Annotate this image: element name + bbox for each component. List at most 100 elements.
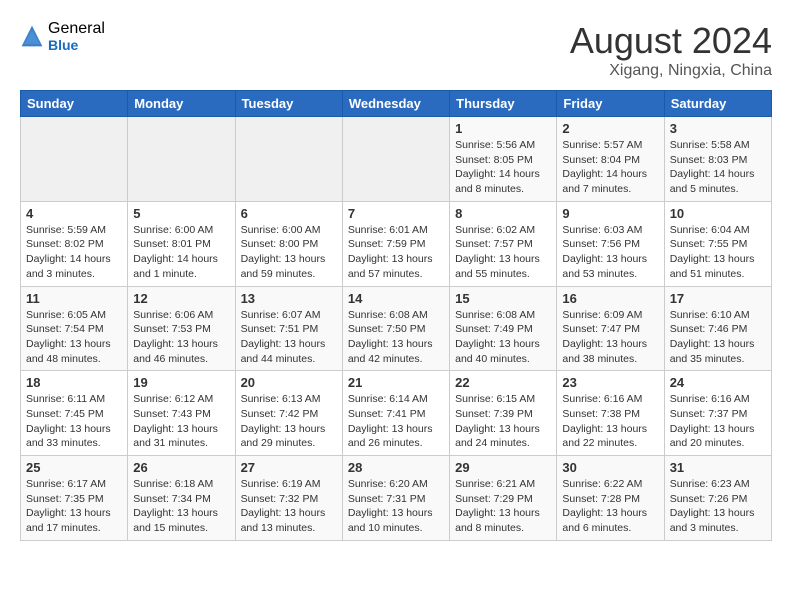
day-number: 8	[455, 206, 551, 221]
day-info: Sunrise: 6:03 AM Sunset: 7:56 PM Dayligh…	[562, 223, 658, 282]
title-area: August 2024 Xigang, Ningxia, China	[570, 20, 772, 80]
day-number: 3	[670, 121, 766, 136]
calendar-week-4: 18 Sunrise: 6:11 AM Sunset: 7:45 PM Dayli…	[21, 371, 772, 456]
day-info: Sunrise: 6:16 AM Sunset: 7:37 PM Dayligh…	[670, 392, 766, 451]
calendar-cell: 28 Sunrise: 6:20 AM Sunset: 7:31 PM Dayli…	[342, 456, 449, 541]
day-number: 25	[26, 460, 122, 475]
day-info: Sunrise: 6:09 AM Sunset: 7:47 PM Dayligh…	[562, 308, 658, 367]
weekday-header-monday: Monday	[128, 91, 235, 117]
weekday-header-saturday: Saturday	[664, 91, 771, 117]
calendar-cell: 5 Sunrise: 6:00 AM Sunset: 8:01 PM Daylig…	[128, 201, 235, 286]
day-number: 18	[26, 375, 122, 390]
calendar-cell: 12 Sunrise: 6:06 AM Sunset: 7:53 PM Dayli…	[128, 286, 235, 371]
day-info: Sunrise: 5:58 AM Sunset: 8:03 PM Dayligh…	[670, 138, 766, 197]
calendar-cell	[342, 117, 449, 202]
calendar-cell: 22 Sunrise: 6:15 AM Sunset: 7:39 PM Dayli…	[450, 371, 557, 456]
day-info: Sunrise: 6:08 AM Sunset: 7:50 PM Dayligh…	[348, 308, 444, 367]
weekday-header-friday: Friday	[557, 91, 664, 117]
day-info: Sunrise: 6:17 AM Sunset: 7:35 PM Dayligh…	[26, 477, 122, 536]
day-info: Sunrise: 5:57 AM Sunset: 8:04 PM Dayligh…	[562, 138, 658, 197]
calendar-table: SundayMondayTuesdayWednesdayThursdayFrid…	[20, 90, 772, 541]
day-number: 10	[670, 206, 766, 221]
day-number: 27	[241, 460, 337, 475]
weekday-header-tuesday: Tuesday	[235, 91, 342, 117]
day-number: 31	[670, 460, 766, 475]
day-info: Sunrise: 6:12 AM Sunset: 7:43 PM Dayligh…	[133, 392, 229, 451]
calendar-cell: 26Sunrise: 6:18 AM Sunset: 7:34 PM Dayli…	[128, 456, 235, 541]
day-number: 22	[455, 375, 551, 390]
calendar-cell: 21 Sunrise: 6:14 AM Sunset: 7:41 PM Dayli…	[342, 371, 449, 456]
day-number: 12	[133, 291, 229, 306]
day-number: 24	[670, 375, 766, 390]
calendar-cell	[235, 117, 342, 202]
day-number: 29	[455, 460, 551, 475]
day-info: Sunrise: 6:00 AM Sunset: 8:01 PM Dayligh…	[133, 223, 229, 282]
day-info: Sunrise: 6:21 AM Sunset: 7:29 PM Dayligh…	[455, 477, 551, 536]
logo-general: General	[48, 20, 105, 38]
calendar-cell: 1 Sunrise: 5:56 AM Sunset: 8:05 PM Daylig…	[450, 117, 557, 202]
calendar-cell: 7Sunrise: 6:01 AM Sunset: 7:59 PM Daylig…	[342, 201, 449, 286]
calendar-cell: 30 Sunrise: 6:22 AM Sunset: 7:28 PM Dayli…	[557, 456, 664, 541]
calendar-week-5: 25 Sunrise: 6:17 AM Sunset: 7:35 PM Dayli…	[21, 456, 772, 541]
day-info: Sunrise: 6:05 AM Sunset: 7:54 PM Dayligh…	[26, 308, 122, 367]
day-info: Sunrise: 6:07 AM Sunset: 7:51 PM Dayligh…	[241, 308, 337, 367]
day-info: Sunrise: 6:06 AM Sunset: 7:53 PM Dayligh…	[133, 308, 229, 367]
logo: General Blue	[20, 20, 105, 53]
calendar-cell: 18 Sunrise: 6:11 AM Sunset: 7:45 PM Dayli…	[21, 371, 128, 456]
calendar-cell: 24 Sunrise: 6:16 AM Sunset: 7:37 PM Dayli…	[664, 371, 771, 456]
calendar-week-3: 11Sunrise: 6:05 AM Sunset: 7:54 PM Dayli…	[21, 286, 772, 371]
calendar-week-2: 4 Sunrise: 5:59 AM Sunset: 8:02 PM Daylig…	[21, 201, 772, 286]
day-info: Sunrise: 5:56 AM Sunset: 8:05 PM Dayligh…	[455, 138, 551, 197]
day-info: Sunrise: 6:10 AM Sunset: 7:46 PM Dayligh…	[670, 308, 766, 367]
day-number: 6	[241, 206, 337, 221]
weekday-header-row: SundayMondayTuesdayWednesdayThursdayFrid…	[21, 91, 772, 117]
day-number: 19	[133, 375, 229, 390]
page-header: General Blue August 2024 Xigang, Ningxia…	[20, 20, 772, 80]
day-info: Sunrise: 6:02 AM Sunset: 7:57 PM Dayligh…	[455, 223, 551, 282]
calendar-cell: 25 Sunrise: 6:17 AM Sunset: 7:35 PM Dayli…	[21, 456, 128, 541]
day-info: Sunrise: 6:15 AM Sunset: 7:39 PM Dayligh…	[455, 392, 551, 451]
calendar-cell: 4 Sunrise: 5:59 AM Sunset: 8:02 PM Daylig…	[21, 201, 128, 286]
calendar-week-1: 1 Sunrise: 5:56 AM Sunset: 8:05 PM Daylig…	[21, 117, 772, 202]
day-info: Sunrise: 6:20 AM Sunset: 7:31 PM Dayligh…	[348, 477, 444, 536]
calendar-cell: 16 Sunrise: 6:09 AM Sunset: 7:47 PM Dayli…	[557, 286, 664, 371]
calendar-cell: 10 Sunrise: 6:04 AM Sunset: 7:55 PM Dayli…	[664, 201, 771, 286]
calendar-cell: 14 Sunrise: 6:08 AM Sunset: 7:50 PM Dayli…	[342, 286, 449, 371]
day-number: 9	[562, 206, 658, 221]
calendar-cell: 19 Sunrise: 6:12 AM Sunset: 7:43 PM Dayli…	[128, 371, 235, 456]
day-info: Sunrise: 6:14 AM Sunset: 7:41 PM Dayligh…	[348, 392, 444, 451]
weekday-header-sunday: Sunday	[21, 91, 128, 117]
calendar-cell: 2Sunrise: 5:57 AM Sunset: 8:04 PM Daylig…	[557, 117, 664, 202]
day-info: Sunrise: 6:00 AM Sunset: 8:00 PM Dayligh…	[241, 223, 337, 282]
day-number: 13	[241, 291, 337, 306]
calendar-cell	[21, 117, 128, 202]
day-number: 5	[133, 206, 229, 221]
day-info: Sunrise: 6:04 AM Sunset: 7:55 PM Dayligh…	[670, 223, 766, 282]
logo-blue: Blue	[48, 38, 105, 53]
day-number: 21	[348, 375, 444, 390]
calendar-cell: 31Sunrise: 6:23 AM Sunset: 7:26 PM Dayli…	[664, 456, 771, 541]
day-number: 17	[670, 291, 766, 306]
weekday-header-wednesday: Wednesday	[342, 91, 449, 117]
day-number: 14	[348, 291, 444, 306]
day-info: Sunrise: 6:08 AM Sunset: 7:49 PM Dayligh…	[455, 308, 551, 367]
calendar-cell: 9 Sunrise: 6:03 AM Sunset: 7:56 PM Daylig…	[557, 201, 664, 286]
day-info: Sunrise: 6:19 AM Sunset: 7:32 PM Dayligh…	[241, 477, 337, 536]
day-number: 28	[348, 460, 444, 475]
day-info: Sunrise: 5:59 AM Sunset: 8:02 PM Dayligh…	[26, 223, 122, 282]
day-number: 15	[455, 291, 551, 306]
day-number: 23	[562, 375, 658, 390]
day-info: Sunrise: 6:11 AM Sunset: 7:45 PM Dayligh…	[26, 392, 122, 451]
day-number: 16	[562, 291, 658, 306]
calendar-cell: 3 Sunrise: 5:58 AM Sunset: 8:03 PM Daylig…	[664, 117, 771, 202]
day-info: Sunrise: 6:22 AM Sunset: 7:28 PM Dayligh…	[562, 477, 658, 536]
day-number: 1	[455, 121, 551, 136]
calendar-cell: 23Sunrise: 6:16 AM Sunset: 7:38 PM Dayli…	[557, 371, 664, 456]
day-number: 7	[348, 206, 444, 221]
calendar-cell: 17 Sunrise: 6:10 AM Sunset: 7:46 PM Dayli…	[664, 286, 771, 371]
weekday-header-thursday: Thursday	[450, 91, 557, 117]
day-number: 30	[562, 460, 658, 475]
calendar-cell: 13 Sunrise: 6:07 AM Sunset: 7:51 PM Dayli…	[235, 286, 342, 371]
day-number: 20	[241, 375, 337, 390]
day-number: 4	[26, 206, 122, 221]
